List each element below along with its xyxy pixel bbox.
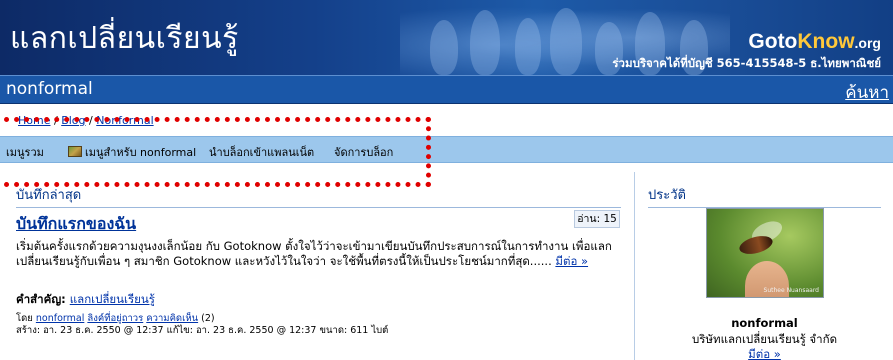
read-more-link[interactable]: มีต่อ » [555, 254, 588, 268]
post-dates: สร้าง: อา. 23 ธ.ค. 2550 @ 12:37 แก้ไข: อ… [16, 325, 389, 336]
photo-caption: Suthee Nuansaard [763, 287, 819, 294]
post-title-link[interactable]: บันทึกแรกของฉัน [16, 212, 136, 237]
site-banner: แลกเปลี่ยนเรียนรู้ GotoKnow.org ร่วมบริจ… [0, 0, 893, 75]
post-excerpt: เริ่มต้นครั้งแรกด้วยความงุนงงเล็กน้อย กั… [16, 239, 624, 269]
donate-text: ร่วมบริจาคได้ที่บัญชี 565-415548-5 ธ.ไทย… [612, 56, 881, 70]
latest-posts-heading: บันทึกล่าสุด [16, 184, 621, 208]
search-link[interactable]: ค้นหา [845, 79, 889, 106]
site-title[interactable]: แลกเปลี่ยนเรียนรู้ [10, 15, 239, 62]
logo-goto: Goto [748, 30, 798, 53]
highlight-annotation-box [0, 117, 431, 187]
logo-org: .org [854, 35, 881, 51]
keywords-label: คำสำคัญ: [16, 292, 66, 306]
profile-heading: ประวัติ [648, 184, 881, 208]
blog-title-bar: nonformal ค้นหา [0, 75, 893, 104]
read-count-badge: อ่าน: 15 [574, 210, 620, 228]
keyword-link[interactable]: แลกเปลี่ยนเรียนรู้ [70, 292, 155, 306]
gotoknow-logo[interactable]: GotoKnow.org [748, 30, 881, 54]
blog-name[interactable]: nonformal [6, 79, 93, 99]
profile-name: nonformal [731, 316, 798, 330]
profile-photo[interactable]: Suthee Nuansaard [706, 208, 824, 298]
logo-know: Know [797, 30, 855, 53]
profile-more-link[interactable]: มีต่อ » [648, 346, 881, 360]
post-keywords: คำสำคัญ: แลกเปลี่ยนเรียนรู้ [16, 291, 155, 309]
post-excerpt-text: เริ่มต้นครั้งแรกด้วยความงุนงงเล็กน้อย กั… [16, 239, 612, 268]
column-divider [634, 172, 635, 360]
